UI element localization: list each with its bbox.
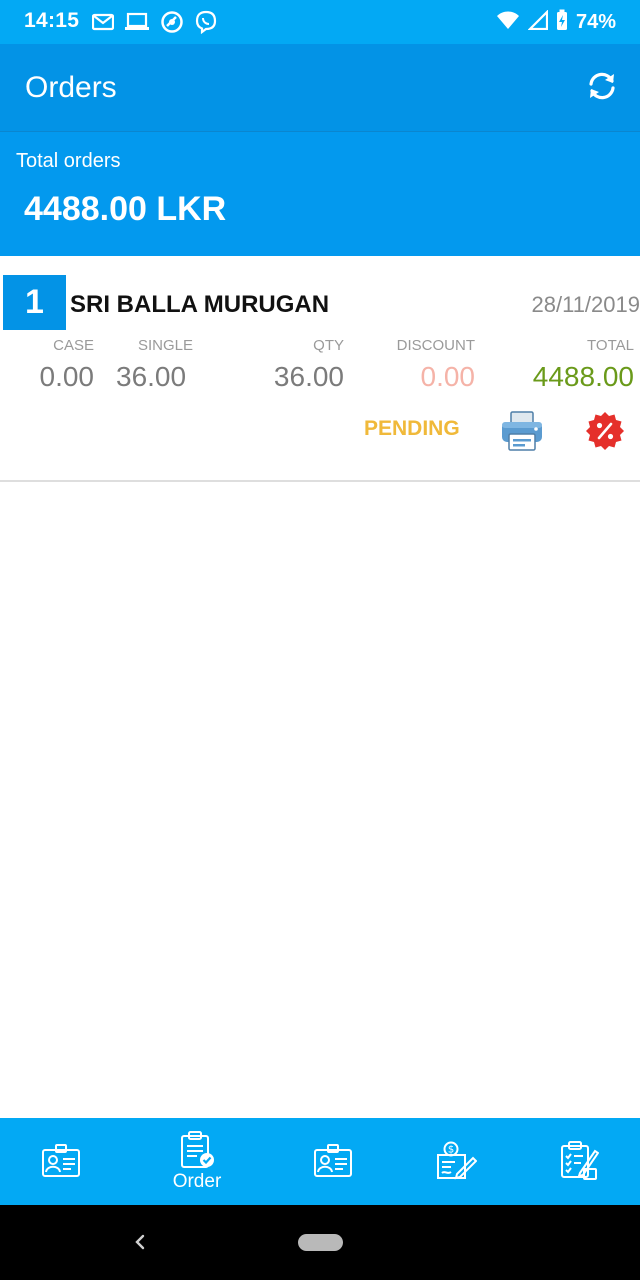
signal-app-icon xyxy=(160,10,184,34)
total-orders-value: 4488.00 LKR xyxy=(24,190,227,228)
page-title: Orders xyxy=(25,71,117,104)
checklist-icon xyxy=(559,1140,599,1181)
order-date: 28/11/2019 xyxy=(531,292,640,317)
qty-header: QTY xyxy=(313,337,344,354)
order-customer-name: SRI BALLA MURUGAN xyxy=(70,291,330,318)
system-status-icons: 74% xyxy=(496,9,616,36)
discount-value: 0.00 xyxy=(420,361,476,392)
system-home-button[interactable] xyxy=(298,1234,343,1251)
gmail-icon xyxy=(92,13,114,31)
total-value: 4488.00 xyxy=(532,361,634,392)
viber-icon xyxy=(194,10,218,34)
back-chevron-icon xyxy=(126,1234,154,1261)
payment-check-icon: $ xyxy=(435,1141,477,1181)
wifi-icon xyxy=(496,10,520,35)
single-header: SINGLE xyxy=(138,337,194,354)
single-value: 36.00 xyxy=(116,361,187,392)
bottom-navigation: Order $ xyxy=(0,1118,640,1205)
laptop-icon xyxy=(124,12,150,32)
status-time: 14:15 xyxy=(24,9,80,32)
notification-icons xyxy=(92,9,218,35)
app-bar: Orders xyxy=(0,44,640,132)
refresh-icon xyxy=(585,69,619,108)
nav-item-order[interactable]: Order xyxy=(158,1118,236,1205)
order-clipboard-icon xyxy=(179,1130,215,1169)
total-orders-panel: Total orders 4488.00 LKR xyxy=(0,132,640,256)
discount-badge-icon xyxy=(585,412,625,455)
case-value: 0.00 xyxy=(39,361,95,392)
nav-item-contacts[interactable] xyxy=(294,1118,372,1205)
nav-item-payments[interactable]: $ xyxy=(417,1118,495,1205)
nav-item-tasks[interactable] xyxy=(540,1118,618,1205)
system-navigation-bar xyxy=(0,1205,640,1280)
qty-value: 36.00 xyxy=(273,361,344,392)
printer-icon xyxy=(500,411,544,456)
svg-text:$: $ xyxy=(448,1144,454,1155)
status-bar: 14:15 74% xyxy=(0,0,640,44)
total-orders-label: Total orders xyxy=(16,150,121,172)
order-card[interactable]: 1 SRI BALLA MURUGAN 28/11/2019 CASE SING… xyxy=(0,256,640,482)
cell-signal-icon xyxy=(527,9,549,35)
id-card-icon xyxy=(41,1143,81,1178)
id-card-icon xyxy=(313,1143,353,1178)
total-header: TOTAL xyxy=(587,337,634,354)
nav-item-customers[interactable] xyxy=(22,1118,100,1205)
case-header: CASE xyxy=(53,337,94,354)
system-back-button[interactable] xyxy=(126,1227,154,1257)
nav-label-order: Order xyxy=(172,1170,222,1192)
battery-charging-icon xyxy=(556,9,568,36)
discount-button[interactable] xyxy=(585,411,625,451)
refresh-button[interactable] xyxy=(582,68,622,108)
discount-header: DISCOUNT xyxy=(396,337,475,354)
battery-percentage: 74% xyxy=(575,11,616,33)
order-status-badge: PENDING xyxy=(364,417,460,440)
print-button[interactable] xyxy=(500,410,544,452)
order-index-badge: 1 xyxy=(3,275,66,330)
